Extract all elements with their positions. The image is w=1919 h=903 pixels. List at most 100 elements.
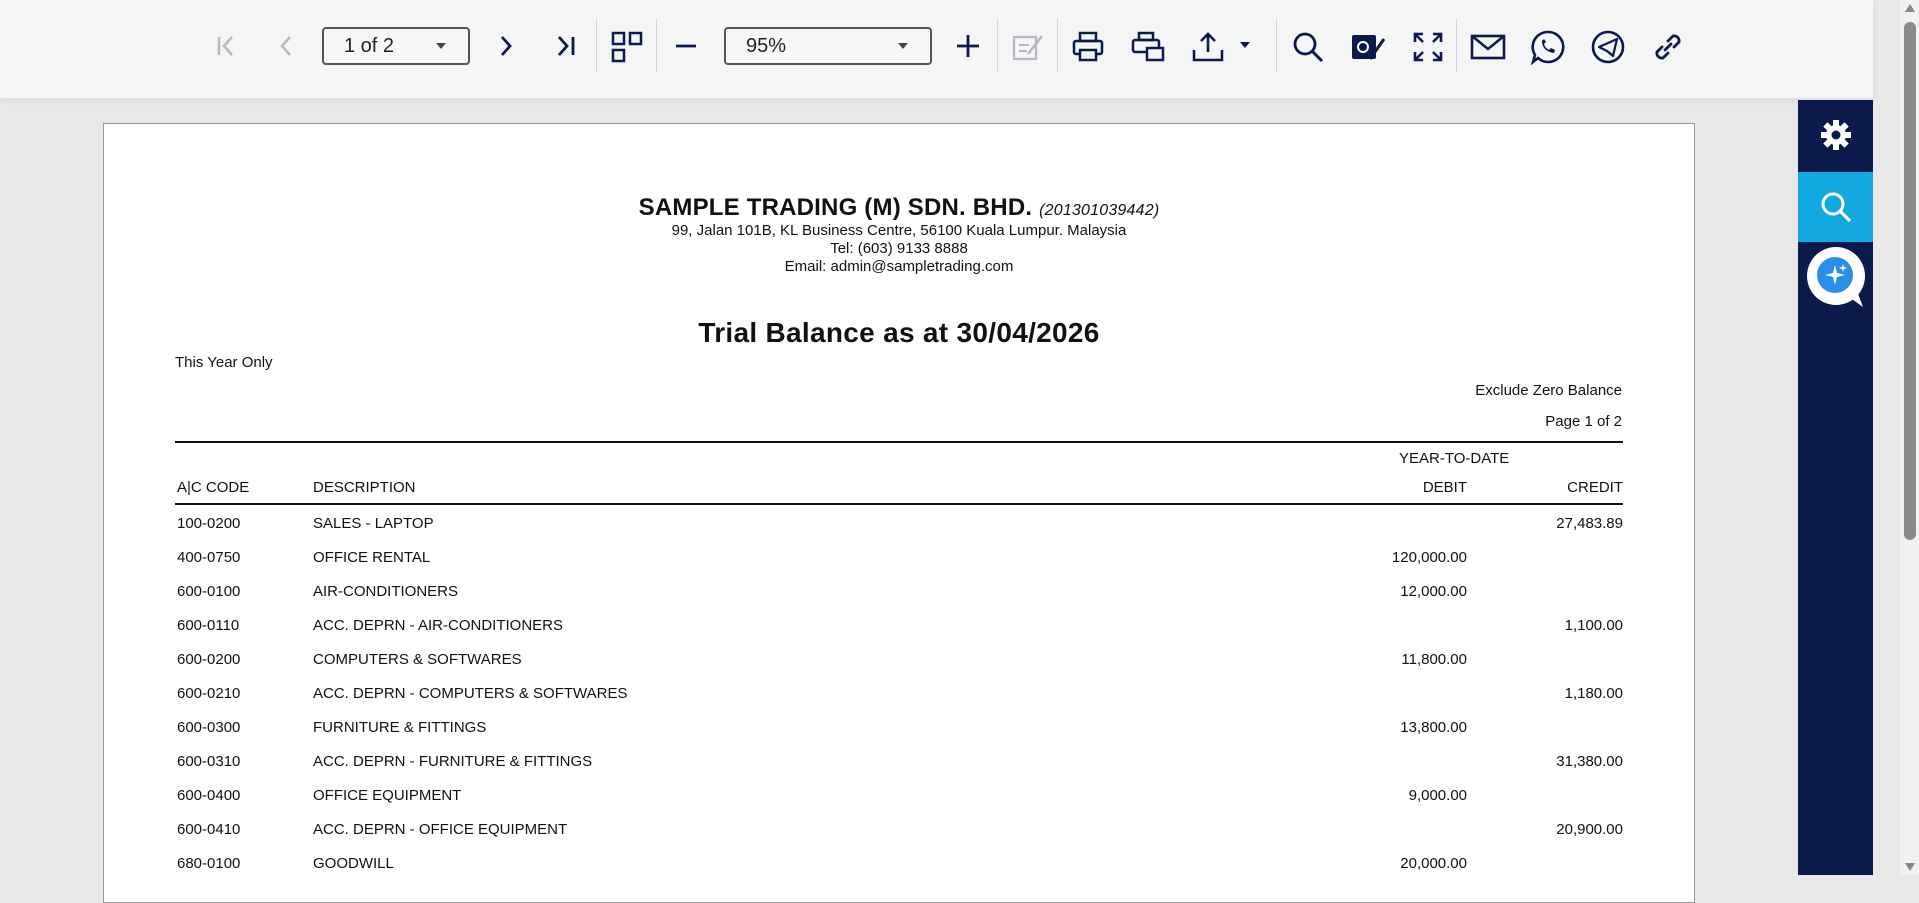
ai-assistant-button[interactable]: [1798, 243, 1873, 313]
row-description: FURNITURE & FITTINGS: [313, 719, 487, 736]
row-description: ACC. DEPRN - FURNITURE & FITTINGS: [313, 753, 593, 770]
table-row: 600-0400 OFFICE EQUIPMENT 9,000.00: [175, 787, 1623, 811]
row-code: 600-0200: [177, 651, 241, 668]
page-select[interactable]: 1 of 2: [322, 27, 470, 65]
toolbar-divider: [656, 18, 657, 72]
header-bottom-rule: [175, 503, 1623, 505]
search-icon: [1293, 32, 1324, 63]
signature-button[interactable]: [1348, 27, 1388, 67]
row-description: ACC. DEPRN - COMPUTERS & SOFTWARES: [313, 685, 628, 702]
company-tel: Tel: (603) 9133 8888: [830, 240, 968, 257]
next-page-button[interactable]: [488, 28, 524, 64]
company-name: SAMPLE TRADING (M) SDN. BHD.: [638, 194, 1033, 221]
export-button[interactable]: [1188, 27, 1228, 67]
page-number: Page 1 of 2: [1545, 413, 1622, 430]
previous-page-button[interactable]: [268, 28, 304, 64]
header-top-rule: [175, 441, 1623, 443]
email-button[interactable]: [1468, 27, 1508, 67]
thumbnails-button[interactable]: [607, 27, 647, 67]
link-button[interactable]: [1648, 27, 1688, 67]
edit-button[interactable]: [1008, 27, 1048, 67]
toolbar-divider: [1276, 18, 1277, 72]
row-description: ACC. DEPRN - OFFICE EQUIPMENT: [313, 821, 568, 838]
chevron-down-icon: [436, 43, 446, 49]
toolbar-divider: [596, 18, 597, 72]
vertical-scrollbar[interactable]: [1900, 0, 1919, 875]
table-row: 600-0300 FURNITURE & FITTINGS 13,800.00: [175, 719, 1623, 743]
report-title: Trial Balance as at 30/04/2026: [698, 317, 1100, 348]
report-viewer-toolbar: 1 of 2 95%: [0, 0, 1873, 99]
table-row: 100-0200 SALES - LAPTOP 27,483.89: [175, 515, 1623, 539]
row-description: SALES - LAPTOP: [313, 515, 434, 532]
row-code: 600-0300: [177, 719, 241, 736]
sidebar-search-button[interactable]: [1798, 172, 1873, 242]
print-options-button[interactable]: [1128, 27, 1168, 67]
scroll-up-arrow[interactable]: [1905, 4, 1915, 12]
row-description: AIR-CONDITIONERS: [313, 583, 459, 600]
whatsapp-icon: [1530, 30, 1565, 65]
table-row: 600-0210 ACC. DEPRN - COMPUTERS & SOFTWAR…: [175, 685, 1623, 709]
last-page-button[interactable]: [548, 28, 584, 64]
row-debit: 9,000.00: [1408, 787, 1467, 804]
table-row: 600-0110 ACC. DEPRN - AIR-CONDITIONERS 1,1…: [175, 617, 1623, 641]
zoom-in-icon: [957, 35, 979, 57]
scrollbar-thumb[interactable]: [1904, 22, 1916, 540]
export-menu-button[interactable]: [1236, 38, 1254, 52]
company-address: 99, Jalan 101B, KL Business Centre, 5610…: [671, 222, 1127, 239]
zoom-select[interactable]: 95%: [724, 27, 932, 65]
row-debit: 11,800.00: [1401, 651, 1467, 668]
row-code: 600-0100: [177, 583, 241, 600]
col-credit-header: CREDIT: [1567, 479, 1623, 496]
right-sidebar: [1798, 100, 1873, 875]
row-credit: 20,900.00: [1556, 821, 1623, 838]
link-icon: [1655, 34, 1681, 60]
previous-page-icon: [280, 36, 291, 56]
signature-icon: [1352, 35, 1386, 60]
last-page-icon: [557, 36, 575, 56]
col-description-header: DESCRIPTION: [313, 479, 416, 496]
row-description: COMPUTERS & SOFTWARES: [313, 651, 522, 668]
report-page: SAMPLE TRADING (M) SDN. BHD. (2013010394…: [103, 123, 1695, 903]
fullscreen-button[interactable]: [1408, 27, 1448, 67]
table-row: 600-0410 ACC. DEPRN - OFFICE EQUIPMENT 20,…: [175, 821, 1623, 845]
ai-assistant-icon: [1806, 247, 1865, 307]
table-row: 680-0100 GOODWILL 20,000.00: [175, 855, 1623, 879]
row-credit: 1,100.00: [1564, 617, 1623, 634]
row-code: 600-0210: [177, 685, 241, 702]
chevron-down-icon: [1240, 42, 1250, 48]
row-debit: 20,000.00: [1400, 855, 1467, 872]
row-credit: 31,380.00: [1556, 753, 1623, 770]
row-code: 680-0100: [177, 855, 241, 872]
first-page-button[interactable]: [208, 28, 244, 64]
whatsapp-button[interactable]: [1528, 27, 1568, 67]
col-code-header: A|C CODE: [177, 479, 250, 496]
export-icon: [1192, 32, 1224, 62]
thumbnails-icon: [611, 31, 643, 63]
zoom-select-value: 95%: [746, 35, 787, 57]
search-button[interactable]: [1288, 27, 1328, 67]
settings-button[interactable]: [1798, 100, 1873, 170]
zoom-out-icon: [676, 44, 696, 48]
row-code: 600-0110: [177, 617, 240, 634]
row-credit: 27,483.89: [1556, 515, 1623, 532]
next-page-icon: [500, 36, 512, 56]
row-code: 600-0400: [177, 787, 241, 804]
scroll-down-arrow[interactable]: [1905, 863, 1915, 871]
print-button[interactable]: [1068, 27, 1108, 67]
zoom-in-button[interactable]: [950, 28, 986, 64]
fullscreen-icon: [1413, 32, 1443, 62]
table-row: 600-0200 COMPUTERS & SOFTWARES 11,800.00: [175, 651, 1623, 675]
toolbar-divider: [1057, 18, 1058, 72]
row-debit: 12,000.00: [1400, 583, 1467, 600]
row-code: 100-0200: [177, 515, 241, 532]
print-icon: [1072, 31, 1104, 62]
telegram-icon: [1591, 30, 1625, 64]
toolbar-divider: [997, 18, 998, 72]
row-description: ACC. DEPRN - AIR-CONDITIONERS: [313, 617, 564, 634]
company-registration: (201301039442): [1039, 202, 1160, 219]
col-debit-header: DEBIT: [1422, 479, 1467, 496]
row-code: 400-0750: [177, 549, 241, 566]
telegram-button[interactable]: [1588, 27, 1628, 67]
zoom-out-button[interactable]: [668, 28, 704, 64]
toolbar-divider: [1456, 18, 1457, 72]
